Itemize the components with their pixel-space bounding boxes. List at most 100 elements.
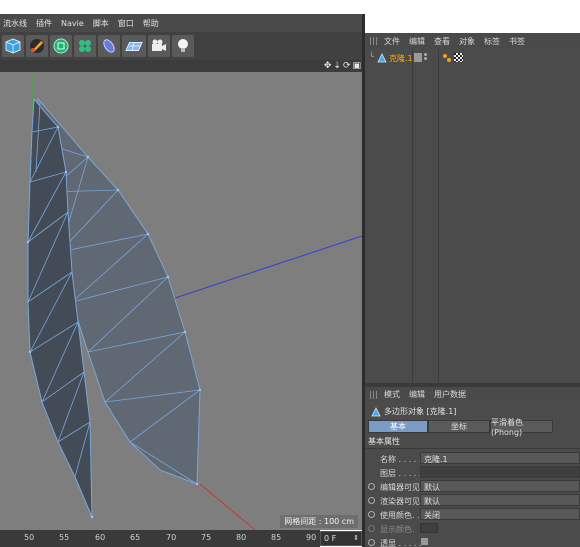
color-swatch (420, 523, 438, 533)
ruler-tick: 50 (24, 533, 35, 542)
visibility-dots-icon[interactable] (422, 52, 430, 62)
prop-render-visible-label: 渲染器可见 (380, 497, 420, 506)
om-menu-tags[interactable]: 标签 (484, 36, 500, 47)
om-column-divider (412, 49, 413, 383)
prop-name: 名称 . . . . . 克隆.1 (365, 452, 580, 465)
prop-layer: 图层 . . . . . (365, 466, 580, 479)
viewport-3d[interactable]: 网格间距 : 100 cm (0, 72, 362, 530)
deformer-icon[interactable] (98, 35, 120, 57)
object-manager-menu: 文件 编辑 查看 对象 标签 书签 (365, 33, 580, 49)
om-menu-view[interactable]: 查看 (434, 36, 450, 47)
ruler-tick: 55 (59, 533, 70, 542)
toolbar (0, 32, 365, 60)
current-frame-value: 0 F (324, 534, 337, 543)
object-row[interactable]: └ 克隆.1 (365, 52, 580, 64)
phong-tag-icon[interactable] (442, 53, 452, 63)
viewport-header: ✥ ⇣ ⟳ ▣ (0, 60, 365, 72)
attribute-manager-menu: 模式 编辑 用户数据 (365, 387, 580, 402)
editor-visible-dropdown[interactable]: 默认 (420, 480, 580, 492)
ruler-tick: 75 (201, 533, 212, 542)
om-menu-file[interactable]: 文件 (384, 36, 400, 47)
ruler-tick: 90 (306, 533, 317, 542)
attribute-manager-body: 多边形对象 [克隆.1] 基本 坐标 平滑着色(Phong) 基本属性 名称 .… (365, 402, 580, 547)
grid-spacing-readout: 网格间距 : 100 cm (280, 515, 358, 528)
panel-grip-icon[interactable] (370, 390, 378, 399)
attribute-tabs: 基本 坐标 平滑着色(Phong) (368, 418, 553, 437)
layer-tag-icon[interactable] (414, 53, 422, 62)
menu-plugins[interactable]: 插件 (36, 18, 52, 29)
menu-navie[interactable]: Navie (61, 19, 84, 28)
attribute-title-text: 多边形对象 [克隆.1] (384, 407, 457, 416)
prop-render-visible: 渲染器可见 默认 (365, 494, 580, 507)
prop-xray-label: 透显 . . . . . (380, 539, 422, 547)
z-axis-line (174, 235, 362, 299)
om-menu-object[interactable]: 对象 (459, 36, 475, 47)
texture-tag-icon[interactable] (454, 53, 463, 62)
am-menu-userdata[interactable]: 用户数据 (434, 389, 466, 400)
section-title: 基本属性 (368, 437, 400, 446)
viewport-nav-icons: ✥ ⇣ ⟳ ▣ (322, 61, 361, 71)
camera-icon[interactable] (148, 35, 170, 57)
move-view-icon[interactable]: ✥ (324, 61, 332, 71)
render-visible-dropdown[interactable]: 默认 (420, 494, 580, 506)
polygon-object-icon (371, 406, 381, 416)
light-icon[interactable] (172, 35, 194, 57)
main-menu-bar: 流水线 插件 Navie 脚本 窗口 帮助 (0, 14, 365, 32)
menu-script[interactable]: 脚本 (93, 18, 109, 29)
attribute-title: 多边形对象 [克隆.1] (371, 406, 456, 417)
ruler-tick: 65 (130, 533, 141, 542)
om-column-divider (438, 49, 439, 383)
om-menu-bookmarks[interactable]: 书签 (509, 36, 525, 47)
current-frame-field[interactable]: 0 F ⇕ (320, 531, 362, 546)
layer-field[interactable] (420, 466, 580, 478)
object-manager-list[interactable]: └ 克隆.1 (365, 49, 580, 383)
panel-grip-icon[interactable] (370, 37, 378, 45)
menu-pipeline[interactable]: 流水线 (3, 18, 27, 29)
prop-display-color-label: 显示颜色. (380, 525, 415, 534)
menu-window[interactable]: 窗口 (118, 18, 134, 29)
ruler-tick: 80 (236, 533, 247, 542)
timeline-ruler[interactable]: 50 55 60 65 70 75 80 85 90 (0, 530, 320, 547)
animate-radio-icon[interactable] (368, 497, 375, 504)
name-field[interactable]: 克隆.1 (420, 452, 580, 464)
prop-layer-label: 图层 . . . . . (380, 469, 422, 478)
tab-coordinates[interactable]: 坐标 (428, 420, 490, 433)
polygon-object-icon (377, 53, 387, 63)
animate-radio-icon[interactable] (368, 539, 375, 546)
ruler-tick: 70 (166, 533, 177, 542)
prop-display-color: 显示颜色. (365, 522, 580, 535)
cloner-icon[interactable] (74, 35, 96, 57)
prop-use-color: 使用颜色. . . 关闭 (365, 508, 580, 521)
animate-radio-icon[interactable] (368, 511, 375, 518)
tree-branch-icon: └ (369, 52, 374, 61)
tab-basic[interactable]: 基本 (368, 420, 428, 433)
prop-editor-visible-label: 编辑器可见 (380, 483, 420, 492)
rotate-view-icon[interactable]: ⟳ (343, 61, 351, 71)
viewport-scene (26, 72, 362, 530)
cube-icon[interactable] (2, 35, 24, 57)
object-name[interactable]: 克隆.1 (389, 53, 413, 64)
tab-phong[interactable]: 平滑着色(Phong) (490, 418, 553, 437)
subdivision-icon[interactable] (50, 35, 72, 57)
toggle-view-icon[interactable]: ▣ (352, 61, 361, 71)
x-axis-line (199, 483, 256, 530)
pen-icon[interactable] (26, 35, 48, 57)
use-color-dropdown[interactable]: 关闭 (420, 508, 580, 520)
dolly-view-icon[interactable]: ⇣ (333, 61, 341, 71)
prop-editor-visible: 编辑器可见 默认 (365, 480, 580, 493)
xray-checkbox[interactable] (421, 538, 428, 545)
am-menu-mode[interactable]: 模式 (384, 389, 400, 400)
animate-radio-icon (368, 525, 375, 532)
ruler-tick: 60 (95, 533, 106, 542)
ruler-tick: 85 (271, 533, 282, 542)
floor-icon[interactable] (122, 35, 146, 57)
animate-radio-icon[interactable] (368, 483, 375, 490)
prop-use-color-label: 使用颜色. . . (380, 511, 425, 520)
menu-help[interactable]: 帮助 (143, 18, 159, 29)
stepper-arrows-icon[interactable]: ⇕ (353, 534, 359, 542)
am-menu-edit[interactable]: 编辑 (409, 389, 425, 400)
om-menu-edit[interactable]: 编辑 (409, 36, 425, 47)
section-divider (365, 448, 580, 449)
prop-xray: 透显 . . . . . (365, 536, 580, 547)
prop-name-label: 名称 . . . . . (380, 455, 422, 464)
